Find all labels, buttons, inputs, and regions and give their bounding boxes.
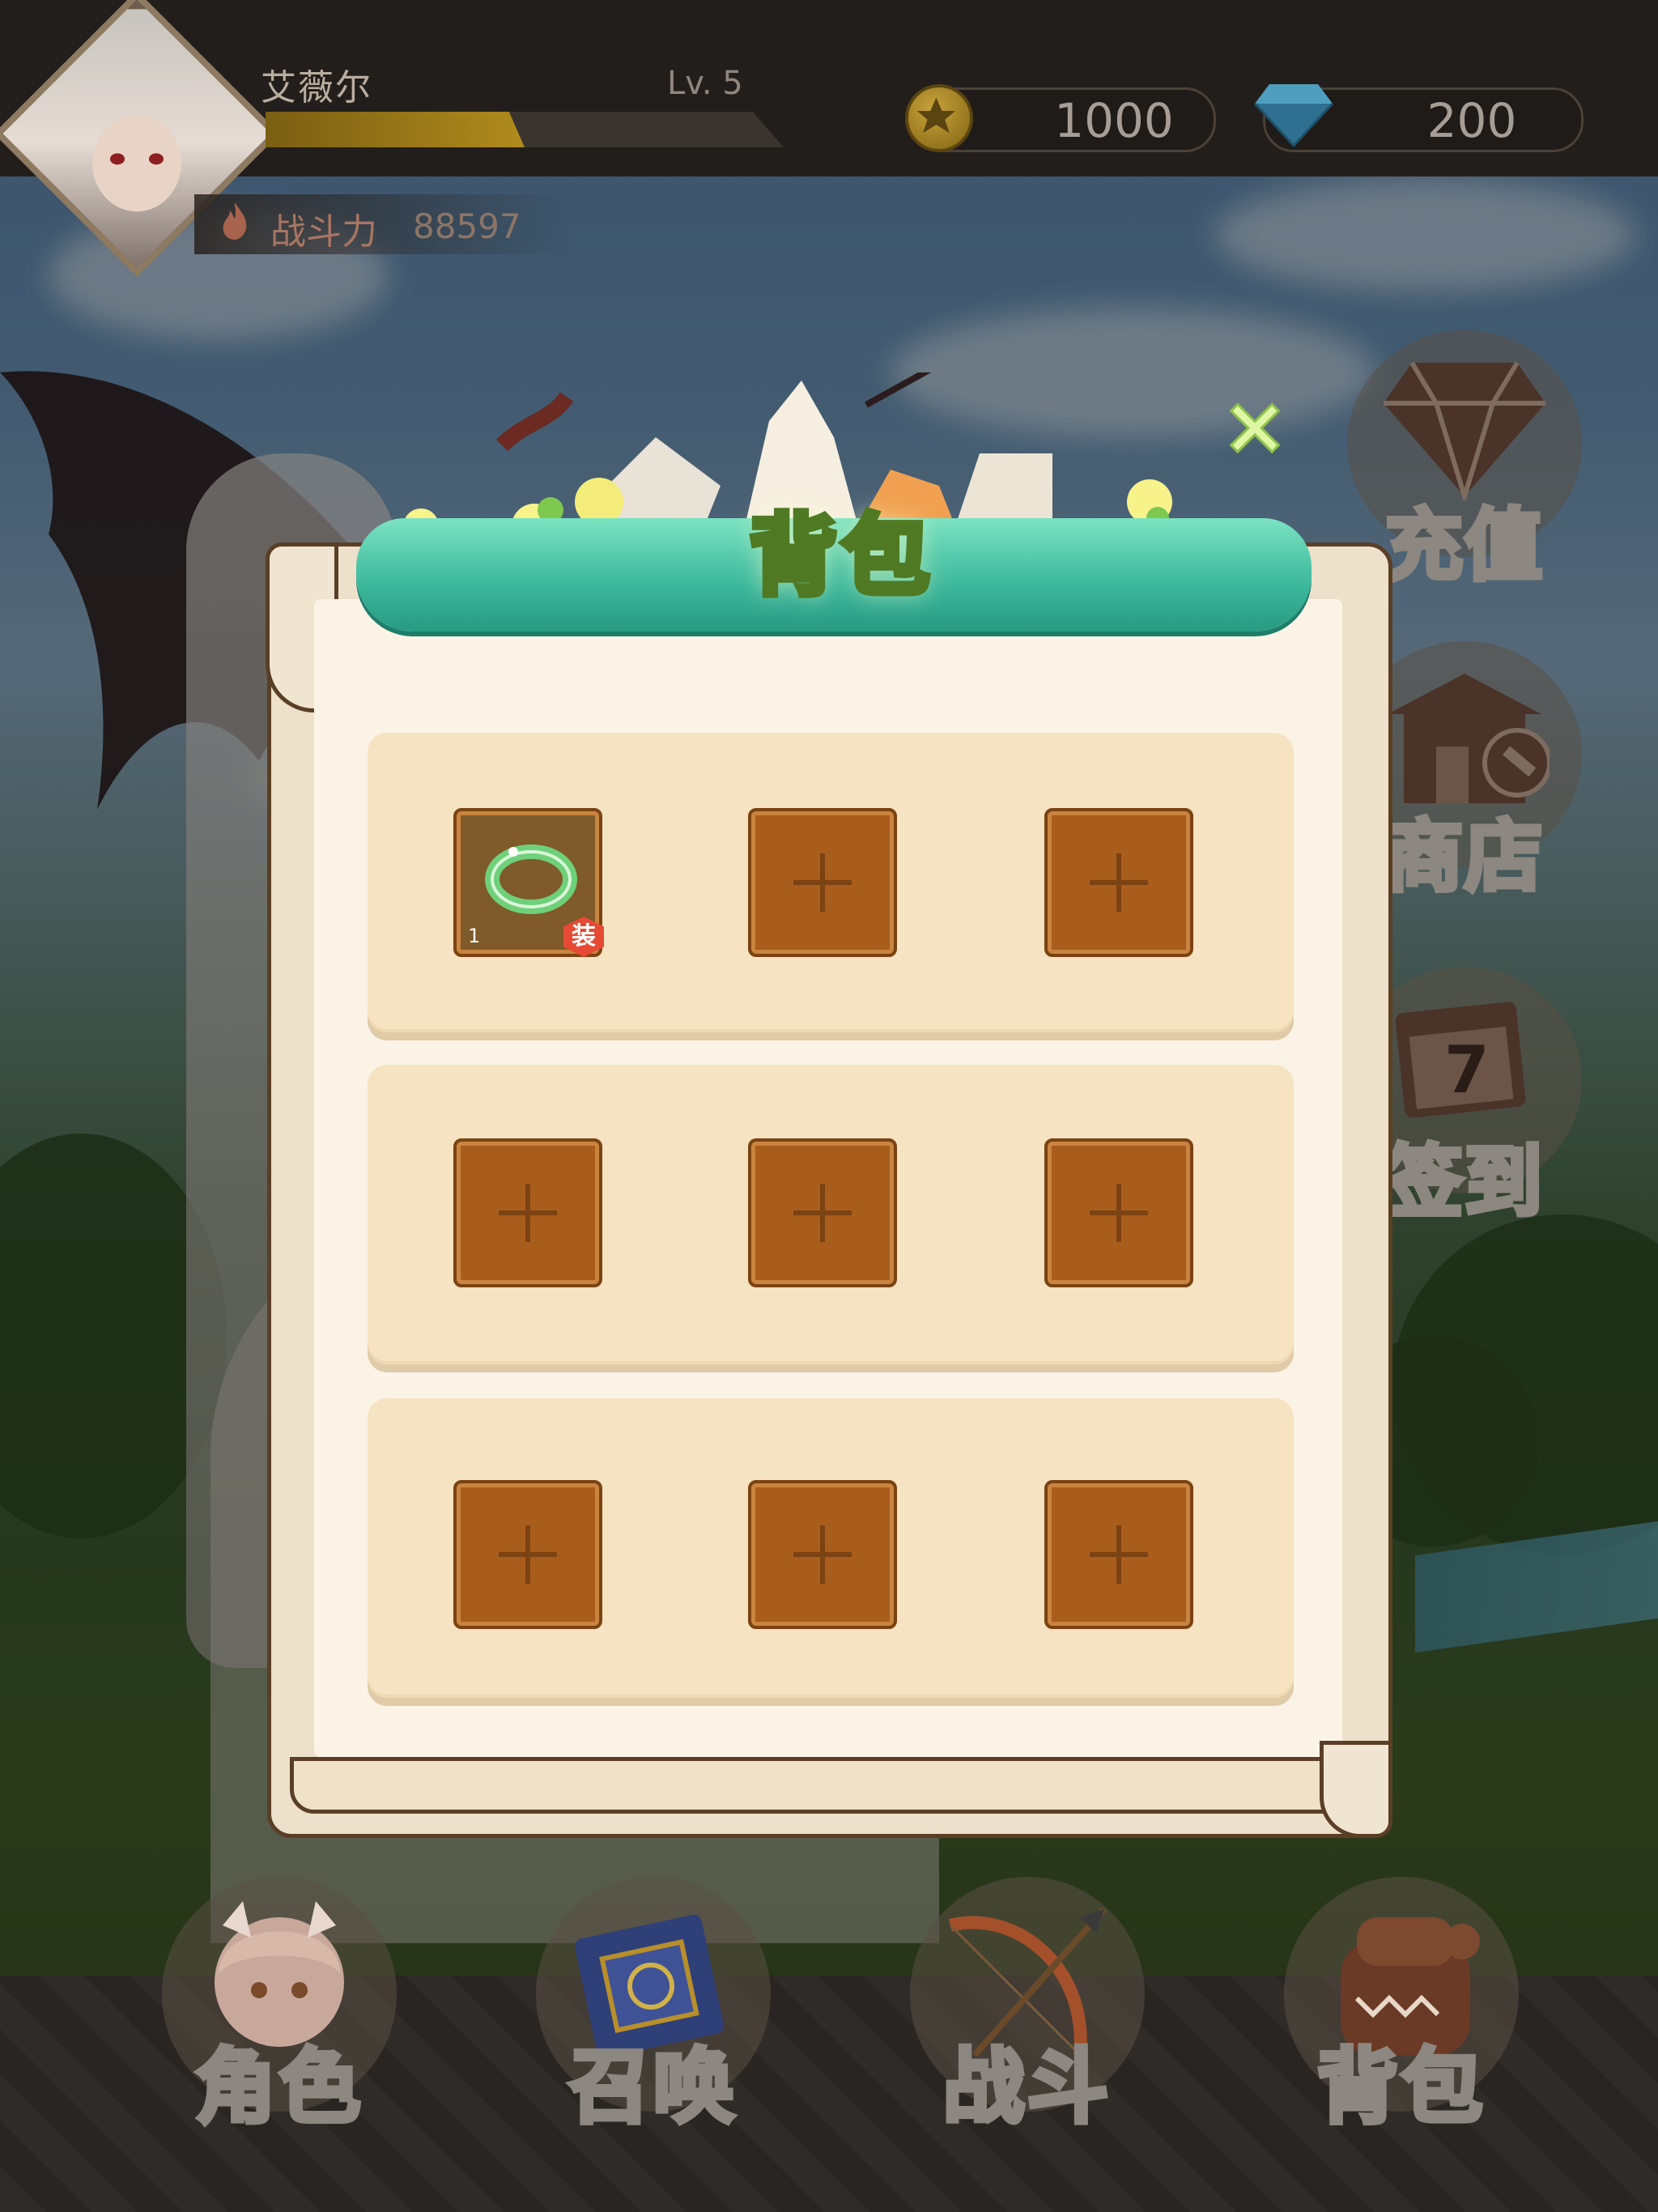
nav-battle-label: 战斗 [941, 2037, 1112, 2137]
bag-slot-6[interactable] [1044, 1138, 1193, 1287]
player-name: 艾薇尔 [261, 67, 372, 108]
power-value: 88597 [413, 206, 521, 246]
bag-slot-7[interactable] [453, 1480, 602, 1629]
recharge-button[interactable]: 充值 [1347, 330, 1582, 593]
nav-bag-button[interactable]: 背包 [1284, 1877, 1519, 2144]
gold-coin-icon [905, 84, 973, 152]
bag-title: 背包 [746, 503, 934, 610]
plus-icon [793, 1184, 852, 1242]
plus-icon [499, 1184, 557, 1242]
nav-bag-label: 背包 [1315, 2037, 1486, 2137]
calendar-day: 7 [1444, 1032, 1490, 1108]
bag-slot-5[interactable] [748, 1138, 897, 1287]
xp-bar-fill [266, 112, 525, 147]
bag-slot-4[interactable] [453, 1138, 602, 1287]
shop-icon [1388, 674, 1550, 803]
power-label: 战斗力 [270, 211, 377, 253]
flame-icon [223, 202, 247, 240]
plus-icon [1090, 1525, 1148, 1584]
bag-slot-9[interactable] [1044, 1480, 1193, 1629]
diamond-amount: 200 [1426, 93, 1517, 148]
bag-slot-1[interactable]: 1 装 [453, 808, 604, 957]
plus-icon [793, 1525, 852, 1584]
nav-battle-button[interactable]: 战斗 [910, 1877, 1145, 2144]
nav-character-label: 角色 [193, 2037, 363, 2137]
jade-ring-icon [485, 844, 577, 914]
close-button[interactable]: × [1214, 384, 1295, 467]
nav-summon-button[interactable]: 召唤 [536, 1877, 771, 2144]
bag-slot-8[interactable] [748, 1480, 897, 1629]
bag-slot-2[interactable] [748, 808, 897, 957]
diamond-icon [1253, 84, 1334, 147]
player-level: Lv. 5 [667, 65, 743, 102]
diamond-icon [1384, 361, 1545, 500]
nav-summon-label: 召唤 [567, 2037, 738, 2137]
plus-icon [499, 1525, 557, 1584]
plus-icon [1090, 1184, 1148, 1242]
plus-icon [793, 853, 852, 912]
bag-slot-3[interactable] [1044, 808, 1193, 957]
nav-character-button[interactable]: 角色 [162, 1877, 397, 2144]
xp-bar [266, 112, 784, 147]
calendar-icon: 7 [1395, 1002, 1526, 1118]
gold-amount: 1000 [1054, 93, 1174, 148]
plus-icon [1090, 853, 1148, 912]
item-count: 1 [468, 925, 481, 947]
